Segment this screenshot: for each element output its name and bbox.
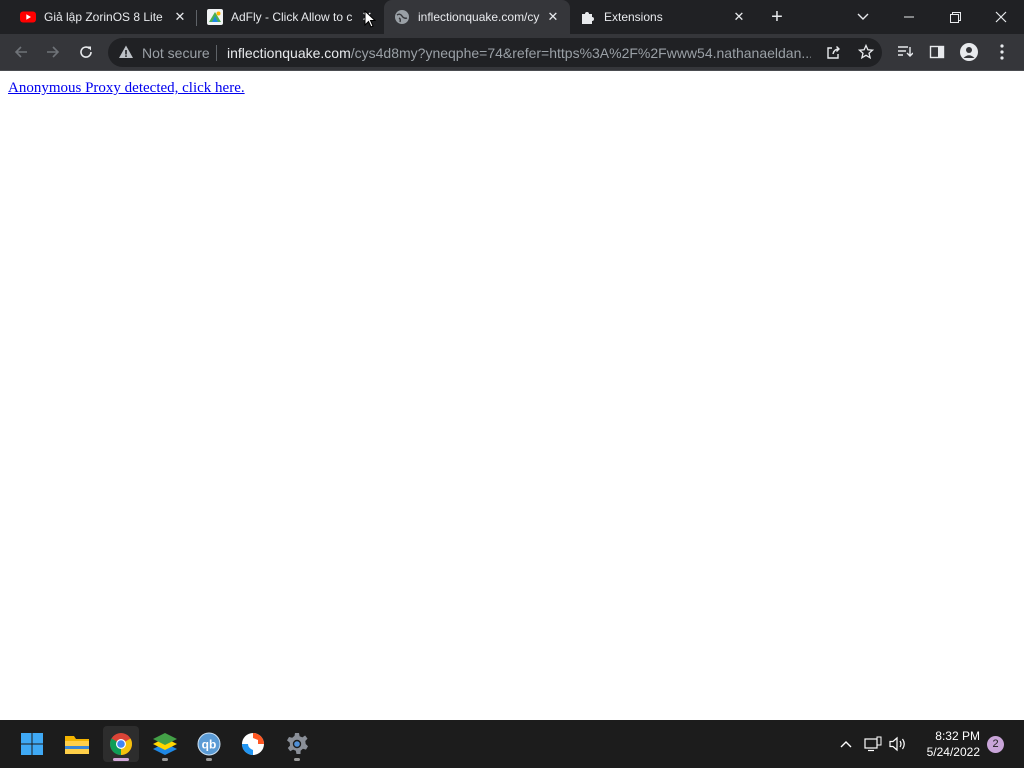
running-indicator: [206, 758, 212, 761]
url-host: inflectionquake.com: [227, 45, 351, 61]
side-panel-icon: [929, 45, 945, 59]
taskbar-settings[interactable]: [279, 726, 315, 762]
tab-close-icon[interactable]: ✕: [172, 9, 188, 25]
restore-icon: [949, 11, 961, 23]
taskbar-vpn[interactable]: [235, 726, 271, 762]
bookmark-button[interactable]: [856, 42, 876, 62]
chrome-icon: [110, 733, 132, 755]
share-icon: [827, 46, 840, 59]
network-status-button[interactable]: [863, 734, 883, 754]
tab-title: Extensions: [604, 10, 663, 24]
warning-icon[interactable]: [118, 44, 134, 60]
running-indicator: [162, 758, 168, 761]
profile-avatar-icon: [960, 43, 978, 61]
clock-date: 5/24/2022: [926, 745, 980, 759]
settings-gear-icon: [287, 733, 308, 754]
bluestacks-icon: [153, 733, 177, 755]
reading-list-icon: [898, 46, 913, 57]
url-text[interactable]: inflectionquake.com/cys4d8my?yneqphe=74&…: [227, 45, 811, 61]
notification-badge[interactable]: 2: [987, 736, 1004, 753]
back-button[interactable]: [11, 42, 31, 62]
qbittorrent-icon: qb: [197, 732, 221, 756]
security-status-label[interactable]: Not secure: [142, 45, 210, 61]
tab-title: inflectionquake.com/cy: [418, 10, 540, 24]
close-icon: [995, 11, 1007, 23]
reload-icon: [80, 46, 92, 58]
tab-close-icon[interactable]: ✕: [545, 9, 561, 25]
youtube-icon: [20, 11, 36, 23]
taskbar-bluestacks[interactable]: [147, 726, 183, 762]
running-indicator: [113, 758, 129, 761]
close-window-button[interactable]: [978, 0, 1024, 34]
show-hidden-icons-button[interactable]: [836, 734, 856, 754]
running-indicator: [294, 758, 300, 761]
tab-adfly[interactable]: AdFly - Click Allow to c ✕: [197, 0, 383, 34]
start-button[interactable]: [14, 726, 50, 762]
side-panel-button[interactable]: [927, 42, 947, 62]
puzzle-icon: [582, 12, 594, 24]
tab-strip: Giả lập ZorinOS 8 Lite t ✕ AdFly - Click…: [0, 0, 1024, 34]
address-bar[interactable]: Not secure inflectionquake.com/cys4d8my?…: [108, 38, 882, 67]
mouse-cursor-icon: [364, 10, 376, 28]
globe-icon: [395, 10, 409, 24]
chevron-down-icon: [857, 13, 869, 20]
svg-text:qb: qb: [202, 738, 217, 752]
taskbar-qbittorrent[interactable]: qb: [191, 726, 227, 762]
taskbar: qb 8:32 PM 5/24/2022: [0, 720, 1024, 768]
volume-button[interactable]: [888, 734, 908, 754]
star-icon: [858, 44, 874, 60]
clock-time: 8:32 PM: [935, 729, 980, 743]
tab-title: Giả lập ZorinOS 8 Lite t: [44, 10, 166, 24]
forward-button[interactable]: [43, 42, 63, 62]
reading-list-button[interactable]: [895, 42, 915, 62]
taskbar-chrome[interactable]: [103, 726, 139, 762]
profile-button[interactable]: [959, 42, 979, 62]
tab-title: AdFly - Click Allow to c: [231, 10, 353, 24]
windows-start-icon: [21, 733, 43, 755]
taskbar-file-explorer[interactable]: [59, 726, 95, 762]
speaker-icon: [889, 736, 905, 752]
file-explorer-icon: [65, 736, 89, 754]
omnibox-divider: [216, 45, 217, 61]
tab-inflectionquake[interactable]: inflectionquake.com/cy ✕: [384, 0, 570, 34]
chevron-up-icon: [840, 741, 852, 748]
tab-search-button[interactable]: [840, 0, 886, 34]
more-vertical-icon: [1000, 44, 1004, 60]
network-icon: [864, 736, 882, 752]
vpn-shield-icon: [242, 733, 264, 755]
browser-toolbar: Not secure inflectionquake.com/cys4d8my?…: [0, 34, 1024, 71]
minimize-button[interactable]: [886, 0, 932, 34]
restore-button[interactable]: [932, 0, 978, 34]
menu-button[interactable]: [992, 42, 1012, 62]
page-content: Anonymous Proxy detected, click here.: [0, 72, 1024, 720]
tab-youtube[interactable]: Giả lập ZorinOS 8 Lite t ✕: [0, 0, 196, 34]
tab-extensions[interactable]: Extensions ✕: [571, 0, 757, 34]
new-tab-button[interactable]: +: [766, 7, 788, 27]
share-button[interactable]: [824, 42, 844, 62]
tab-close-icon[interactable]: ✕: [731, 9, 747, 25]
minimize-icon: [904, 16, 914, 18]
url-path: /cys4d8my?yneqphe=74&refer=https%3A%2F%2…: [350, 45, 811, 61]
proxy-detected-link[interactable]: Anonymous Proxy detected, click here.: [8, 80, 245, 97]
reload-button[interactable]: [76, 42, 96, 62]
system-clock[interactable]: 8:32 PM 5/24/2022: [914, 728, 980, 760]
forward-arrow-icon: [47, 46, 60, 58]
back-arrow-icon: [14, 46, 27, 58]
adfly-icon: [207, 9, 223, 25]
